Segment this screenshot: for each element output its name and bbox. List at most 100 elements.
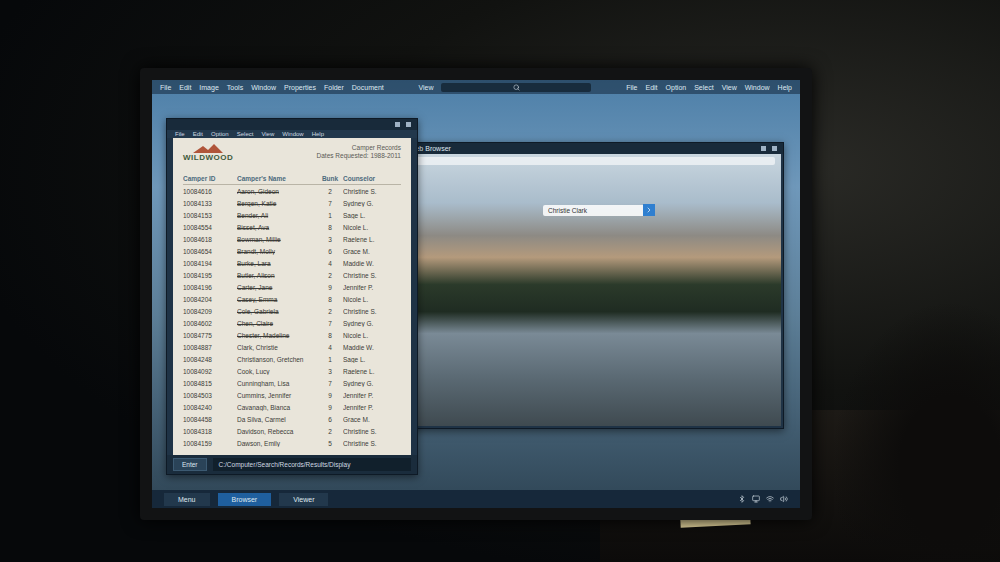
bunk: 1 (317, 356, 343, 363)
camper-name: Brandt, Molly (237, 248, 317, 255)
volume-icon[interactable] (780, 495, 788, 503)
camper-name: Da Silva, Carmel (237, 416, 317, 423)
table-row: 10084092Cook, Lucy3Raelene L. (183, 365, 401, 377)
menu-item[interactable]: Option (666, 84, 687, 91)
table-row: 10084195Butler, Alison2Christine S. (183, 269, 401, 281)
table-row: 10084654Brandt, Molly6Grace M. (183, 245, 401, 257)
menu-item[interactable]: File (626, 84, 637, 91)
table-row: 10084318Davidson, Rebecca2Christine S. (183, 425, 401, 437)
camper-name: Cummins, Jennifer (237, 392, 317, 399)
menu-item[interactable]: Window (745, 84, 770, 91)
taskbar: Menu Browser Viewer (152, 490, 800, 508)
path-field[interactable]: C:/Computer/Search/Records/Results/Displ… (213, 458, 411, 471)
bunk: 1 (317, 212, 343, 219)
document-header: WILDWOODCamper RecordsDates Requested: 1… (183, 144, 401, 172)
menu-item[interactable]: Edit (193, 131, 203, 137)
menu-item[interactable]: File (160, 84, 171, 91)
camper-id: 10084602 (183, 320, 237, 327)
counselor: Raelene L. (343, 368, 401, 375)
menu-item[interactable]: Help (312, 131, 324, 137)
camper-name: Bender, Ali (237, 212, 317, 219)
bunk: 7 (317, 320, 343, 327)
table-row: 10084602Chen, Claire7Sydney G. (183, 317, 401, 329)
camper-id: 10084195 (183, 272, 237, 279)
menu-item[interactable]: View (418, 84, 433, 91)
search-box: Christie Clark (543, 204, 655, 216)
close-icon[interactable] (406, 122, 411, 127)
camper-id: 10084194 (183, 260, 237, 267)
menu-item[interactable]: Option (211, 131, 229, 137)
table-header: Camper IDCamper's NameBunkCounselor (183, 172, 401, 185)
menu-item[interactable]: Properties (284, 84, 316, 91)
search-button[interactable] (643, 204, 655, 216)
camper-id: 10084503 (183, 392, 237, 399)
enter-button[interactable]: Enter (173, 458, 207, 471)
bunk: 8 (317, 224, 343, 231)
menu-item[interactable]: View (261, 131, 274, 137)
bunk: 7 (317, 200, 343, 207)
menu-item[interactable]: Select (237, 131, 254, 137)
table-row: 10084887Clark, Christie4Maddie W. (183, 341, 401, 353)
menu-item[interactable]: Document (352, 84, 384, 91)
url-bar[interactable] (411, 157, 775, 165)
menu-item[interactable]: Help (778, 84, 792, 91)
menu-item[interactable]: Window (282, 131, 303, 137)
column-header: Counselor (343, 175, 401, 182)
monitor: File Edit Image Tools Window Properties Folder… (140, 68, 812, 520)
taskbar-tab[interactable]: Browser (218, 493, 272, 506)
camper-name: Chester, Madeline (237, 332, 317, 339)
camper-id: 10084458 (183, 416, 237, 423)
browser-page: Christie Clark (405, 154, 781, 426)
menu-item[interactable]: File (175, 131, 185, 137)
wifi-icon[interactable] (766, 495, 774, 503)
table-row: 10084194Burke, Lara4Maddie W. (183, 257, 401, 269)
minimize-icon[interactable] (761, 146, 766, 151)
display-icon[interactable] (752, 495, 760, 503)
search-field[interactable]: Christie Clark (543, 205, 643, 216)
counselor: Grace M. (343, 416, 401, 423)
counselor: Maddie W. (343, 344, 401, 351)
screen: File Edit Image Tools Window Properties Folder… (152, 80, 800, 508)
camper-name: Butler, Alison (237, 272, 317, 279)
counselor: Jennifer P. (343, 404, 401, 411)
menu-item[interactable]: Edit (645, 84, 657, 91)
table-row: 10084248Christianson, Gretchen1Sage L. (183, 353, 401, 365)
menu-item[interactable]: Select (694, 84, 713, 91)
camper-id: 10084815 (183, 380, 237, 387)
counselor: Christine S. (343, 428, 401, 435)
menu-item[interactable]: View (722, 84, 737, 91)
menu-item[interactable]: Edit (179, 84, 191, 91)
table-row: 10084153Bender, Ali1Sage L. (183, 209, 401, 221)
table-row: 10084133Bergen, Katie7Sydney G. (183, 197, 401, 209)
menu-item[interactable]: Window (251, 84, 276, 91)
counselor: Sage L. (343, 212, 401, 219)
close-icon[interactable] (772, 146, 777, 151)
top-search[interactable] (441, 83, 591, 92)
counselor: Sydney G. (343, 380, 401, 387)
viewer-window: File Edit Option Select View Window Help WILDWO… (166, 118, 418, 475)
camper-name: Bisset, Ava (237, 224, 317, 231)
taskbar-tab[interactable]: Viewer (279, 493, 328, 506)
counselor: Sydney G. (343, 320, 401, 327)
counselor: Jennifer P. (343, 392, 401, 399)
camper-id: 10084318 (183, 428, 237, 435)
menu-item[interactable]: Image (199, 84, 218, 91)
menu-item[interactable]: Tools (227, 84, 243, 91)
counselor: Nicole L. (343, 224, 401, 231)
counselor: Christine S. (343, 188, 401, 195)
camper-id: 10084248 (183, 356, 237, 363)
column-header: Bunk (317, 175, 343, 182)
table-row: 10084159Dawson, Emily5Christine S. (183, 437, 401, 449)
bunk: 9 (317, 404, 343, 411)
document: WILDWOODCamper RecordsDates Requested: 1… (173, 138, 411, 455)
counselor: Jennifer P. (343, 284, 401, 291)
menu-item[interactable]: Folder (324, 84, 344, 91)
minimize-icon[interactable] (395, 122, 400, 127)
camper-name: Carter, Jane (237, 284, 317, 291)
camper-id: 10084204 (183, 296, 237, 303)
camper-id: 10084209 (183, 308, 237, 315)
taskbar-tab[interactable]: Menu (164, 493, 210, 506)
camper-id: 10084554 (183, 224, 237, 231)
bluetooth-icon[interactable] (738, 495, 746, 503)
bunk: 2 (317, 428, 343, 435)
